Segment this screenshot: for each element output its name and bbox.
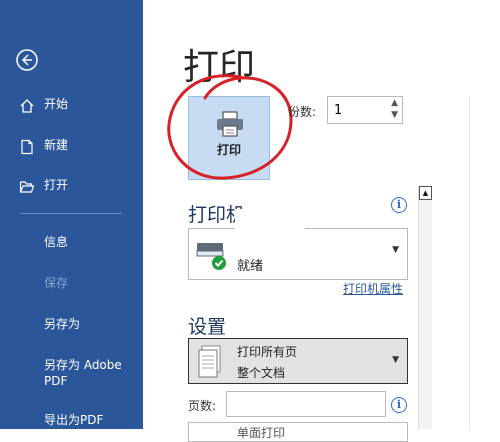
chevron-down-icon: ▼ [392,245,399,255]
copies-label: 份数: [288,105,317,119]
sidebar-item-open[interactable]: 打开 [0,171,143,199]
sidebar-item-info[interactable]: 信息 [44,234,68,250]
chevron-down-icon: ▼ [392,355,399,365]
sidebar-item-home[interactable]: 开始 [0,90,143,118]
pages-icon [198,345,221,378]
backstage-sidebar: 开始 新建 打开 信息 保存 另存为 另存为 Adobe PDF 导出为PDF [0,0,143,429]
red-annotation-circle [167,74,293,180]
sidebar-item-save[interactable]: 保存 [44,275,68,291]
pages-input[interactable] [226,391,386,417]
duplex-dropdown[interactable]: 单面打印 [188,422,408,442]
copies-value: 1 [334,103,343,118]
folder-open-icon [19,177,35,193]
printer-dropdown[interactable]: 就绪 ▼ [188,209,408,280]
print-range-subtitle: 整个文档 [237,366,286,380]
redacted-printer-name [235,209,305,241]
printer-properties-link[interactable]: 打印机属性 [343,280,403,297]
printer-device-icon [196,243,226,270]
chevron-down-icon[interactable]: ▼ [391,110,398,120]
print-range-dropdown[interactable]: 打印所有页 整个文档 ▼ [188,338,408,384]
new-document-icon [19,137,35,155]
settings-scrollbar[interactable]: ▲ [418,186,432,429]
print-range-title: 打印所有页 [237,345,298,359]
sidebar-item-save-as-adobe-pdf[interactable]: 另存为 Adobe PDF [44,357,134,389]
printer-status: 就绪 [237,259,264,274]
info-icon[interactable]: i [391,197,407,213]
duplex-value: 单面打印 [237,426,286,440]
chevron-up-icon[interactable]: ▲ [391,98,398,108]
sidebar-item-label: 新建 [44,138,69,152]
pages-label: 页数: [188,399,217,413]
sidebar-divider [20,213,122,214]
sidebar-item-export-pdf[interactable]: 导出为PDF [44,412,103,428]
copies-stepper[interactable]: 1 ▲ ▼ [327,96,403,124]
sidebar-item-new[interactable]: 新建 [0,131,143,159]
sidebar-item-label: 开始 [44,97,69,111]
scroll-up-icon[interactable]: ▲ [419,186,432,200]
back-arrow-icon[interactable] [16,49,38,71]
sidebar-item-label: 打开 [44,178,69,192]
preview-divider [469,96,470,429]
print-pane: 打印 打印 份数: 1 ▲ ▼ 打印机 i 就绪 ▼ 打印机属性 设置 打印所有… [143,0,500,442]
home-icon [19,96,35,113]
settings-section-heading: 设置 [188,316,227,338]
sidebar-item-save-as[interactable]: 另存为 [44,316,80,332]
info-icon[interactable]: i [391,397,407,413]
